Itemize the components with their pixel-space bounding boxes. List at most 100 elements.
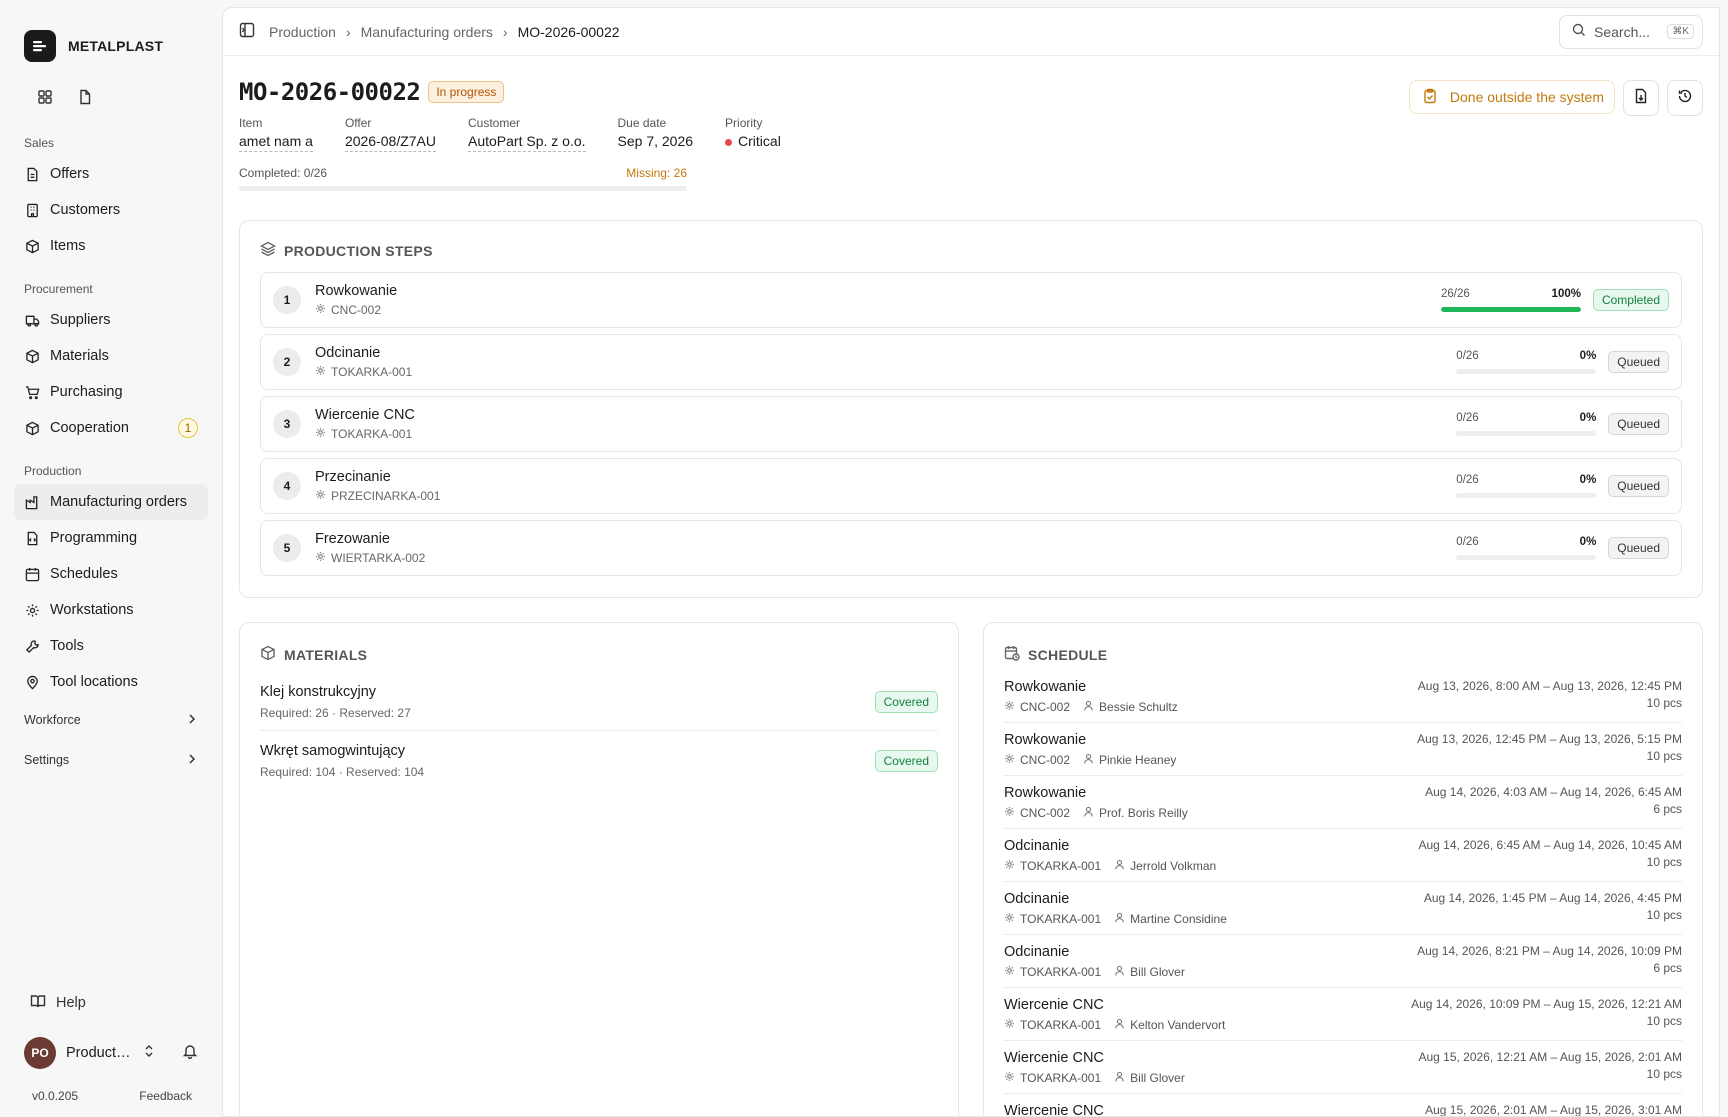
breadcrumb-production[interactable]: Production <box>269 24 336 40</box>
documents-icon[interactable] <box>70 82 100 112</box>
schedule-quantity: 10 pcs <box>1646 749 1682 763</box>
sidebar-item-workstations[interactable]: Workstations <box>14 592 208 628</box>
sidebar-item-programming[interactable]: Programming <box>14 520 208 556</box>
schedule-quantity: 10 pcs <box>1646 1014 1682 1028</box>
schedule-quantity: 6 pcs <box>1653 961 1682 975</box>
help-link[interactable]: Help <box>14 985 208 1021</box>
schedule-time-range: Aug 14, 2026, 4:03 AM – Aug 14, 2026, 6:… <box>1425 785 1682 799</box>
brand[interactable]: METALPLAST <box>14 14 208 68</box>
user-icon <box>1114 1018 1125 1032</box>
schedule-step-name: Odcinanie <box>1004 944 1070 960</box>
meta-value[interactable]: AutoPart Sp. z o.o. <box>468 133 586 152</box>
sidebar-item-tool-locations[interactable]: Tool locations <box>14 664 208 700</box>
step-status-badge: Queued <box>1608 351 1669 373</box>
user-icon <box>1114 965 1125 979</box>
breadcrumb-manufacturing-orders[interactable]: Manufacturing orders <box>361 24 493 40</box>
meta-key: Item <box>239 116 263 130</box>
step-row[interactable]: 1 Rowkowanie CNC-002 26/26 100% Completed <box>260 272 1682 328</box>
material-detail: Required: 26 · Reserved: 27 <box>260 706 411 720</box>
step-progress-bar <box>1456 431 1597 436</box>
avatar: PO <box>24 1037 56 1069</box>
done-outside-system-button[interactable]: Done outside the system <box>1408 80 1615 114</box>
truck-icon <box>24 312 40 328</box>
gear-icon <box>315 303 326 317</box>
meta-value: Critical <box>725 133 781 151</box>
sidebar-item-cooperation[interactable]: Cooperation 1 <box>14 410 208 446</box>
schedule-row[interactable]: Odcinanie TOKARKA-001 Jerrold Volkman Au… <box>1004 829 1682 882</box>
sidebar-item-materials[interactable]: Materials <box>14 338 208 374</box>
feedback-link[interactable]: Feedback <box>139 1089 192 1103</box>
schedule-time-range: Aug 15, 2026, 12:21 AM – Aug 15, 2026, 2… <box>1418 1050 1682 1064</box>
schedule-row[interactable]: Wiercenie CNC TOKARKA-001 Kelton Vanderv… <box>1004 988 1682 1041</box>
sidebar-item-label: Offers <box>50 166 90 182</box>
schedule-time-range: Aug 15, 2026, 2:01 AM – Aug 15, 2026, 3:… <box>1425 1103 1682 1117</box>
chevron-right-icon <box>186 713 198 728</box>
material-status-badge: Covered <box>874 691 938 713</box>
schedule-machine: CNC-002 <box>1020 753 1071 767</box>
schedule-step-name: Wiercenie CNC <box>1004 1050 1104 1066</box>
export-pdf-button[interactable] <box>1623 80 1659 116</box>
sidebar-toggle-icon[interactable] <box>239 22 255 42</box>
meta-item: Item amet nam a <box>239 116 313 152</box>
sidebar-group-settings[interactable]: Settings <box>14 740 208 780</box>
schedule-row[interactable]: Odcinanie TOKARKA-001 Bill Glover Aug 14… <box>1004 935 1682 988</box>
schedule-row[interactable]: Wiercenie CNC TOKARKA-001 Bill Glover Au… <box>1004 1041 1682 1094</box>
sidebar-group-workforce[interactable]: Workforce <box>14 700 208 740</box>
schedule-row[interactable]: Rowkowanie CNC-002 Pinkie Heaney Aug 13,… <box>1004 723 1682 776</box>
history-icon <box>1677 88 1693 108</box>
sidebar-item-label: Manufacturing orders <box>50 494 188 510</box>
user-menu[interactable]: PO Production Officer <box>14 1021 208 1077</box>
dashboard-icon[interactable] <box>30 82 60 112</box>
schedule-row[interactable]: Wiercenie CNC Aug 15, 2026, 2:01 AM – Au… <box>1004 1094 1682 1117</box>
schedule-row[interactable]: Odcinanie TOKARKA-001 Martine Considine … <box>1004 882 1682 935</box>
box-icon <box>24 238 40 254</box>
search-input[interactable]: Search... ⌘K <box>1559 14 1703 49</box>
meta-value[interactable]: amet nam a <box>239 133 313 152</box>
user-icon <box>1114 859 1125 873</box>
help-label: Help <box>56 995 86 1011</box>
sidebar-item-label: Purchasing <box>50 384 123 400</box>
sidebar-item-label: Tool locations <box>50 674 138 690</box>
document-icon <box>24 166 40 182</box>
step-number: 2 <box>273 348 301 376</box>
step-row[interactable]: 5 Frezowanie WIERTARKA-002 0/26 0% Queued <box>260 520 1682 576</box>
schedule-machine: TOKARKA-001 <box>1020 1071 1102 1085</box>
step-progress-bar <box>1456 369 1597 374</box>
bell-icon[interactable] <box>182 1043 198 1063</box>
sidebar-item-items[interactable]: Items <box>14 228 208 264</box>
schedule-row[interactable]: Rowkowanie CNC-002 Prof. Boris Reilly Au… <box>1004 776 1682 829</box>
step-machine: CNC-002 <box>331 303 382 317</box>
step-row[interactable]: 2 Odcinanie TOKARKA-001 0/26 0% Queued <box>260 334 1682 390</box>
sidebar-item-customers[interactable]: Customers <box>14 192 208 228</box>
step-count: 0/26 <box>1456 350 1479 362</box>
material-row[interactable]: Wkręt samogwintujący Required: 104 · Res… <box>260 731 938 789</box>
sidebar-item-schedules[interactable]: Schedules <box>14 556 208 592</box>
file-code-icon <box>24 530 40 546</box>
material-row[interactable]: Klej konstrukcyjny Required: 26 · Reserv… <box>260 672 938 731</box>
breadcrumb: Production › Manufacturing orders › MO-2… <box>269 24 620 40</box>
step-row[interactable]: 3 Wiercenie CNC TOKARKA-001 0/26 0% Queue… <box>260 396 1682 452</box>
sidebar-item-tools[interactable]: Tools <box>14 628 208 664</box>
step-number: 1 <box>273 286 301 314</box>
sidebar-item-label: Workstations <box>50 602 134 618</box>
step-count: 0/26 <box>1456 536 1479 548</box>
materials-card: MATERIALS Klej konstrukcyjny Required: 2… <box>239 622 959 1116</box>
history-button[interactable] <box>1667 80 1703 116</box>
meta-due-date: Due date Sep 7, 2026 <box>618 116 694 152</box>
meta-value-text: Sep 7, 2026 <box>617 133 694 149</box>
schedule-worker: Prof. Boris Reilly <box>1099 806 1188 820</box>
sidebar-item-purchasing[interactable]: Purchasing <box>14 374 208 410</box>
schedule-step-name: Odcinanie <box>1004 891 1070 907</box>
step-name: Przecinanie <box>315 469 391 485</box>
step-name: Frezowanie <box>315 531 390 547</box>
sidebar-item-manufacturing-orders[interactable]: Manufacturing orders <box>14 484 208 520</box>
sidebar-item-suppliers[interactable]: Suppliers <box>14 302 208 338</box>
meta-value-text: Critical <box>738 133 781 149</box>
schedule-row[interactable]: Rowkowanie CNC-002 Bessie Schultz Aug 13… <box>1004 670 1682 723</box>
meta-value[interactable]: 2026-08/Z7AU <box>344 133 436 152</box>
schedule-step-name: Rowkowanie <box>1004 732 1087 748</box>
schedule-worker: Bill Glover <box>1130 1071 1185 1085</box>
sidebar-item-offers[interactable]: Offers <box>14 156 208 192</box>
step-row[interactable]: 4 Przecinanie PRZECINARKA-001 0/26 0% Que… <box>260 458 1682 514</box>
step-progress-bar <box>1440 307 1581 312</box>
